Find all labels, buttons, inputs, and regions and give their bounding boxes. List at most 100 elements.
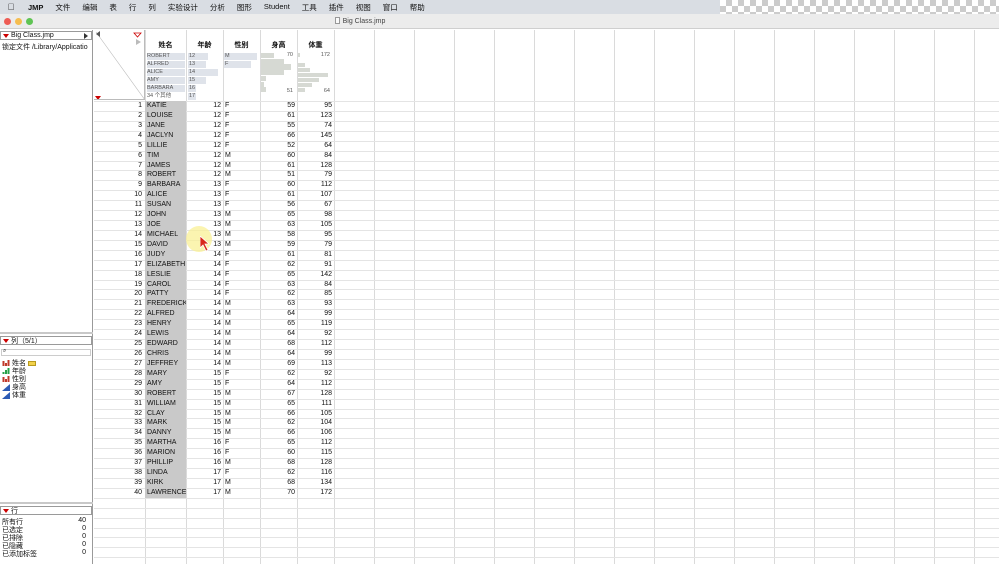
cell-weight[interactable]: 112 <box>297 339 334 349</box>
cell-sex[interactable]: M <box>223 488 260 498</box>
table-row[interactable]: 26 CHRIS 14 M 64 99 <box>94 349 334 359</box>
cell-name[interactable]: EDWARD <box>145 339 186 350</box>
table-row[interactable]: 3 JANE 12 F 55 74 <box>94 120 334 131</box>
column-header-3[interactable]: 身高 <box>260 40 297 50</box>
cell-name[interactable]: JOHN <box>145 210 186 221</box>
row-number[interactable]: 14 <box>94 230 142 240</box>
row-number[interactable]: 16 <box>94 250 142 260</box>
cell-height[interactable]: 65 <box>260 319 297 329</box>
cell-age[interactable]: 14 <box>186 339 223 349</box>
cell-sex[interactable]: F <box>223 141 260 151</box>
red-triangle-menu-icon[interactable] <box>3 508 9 513</box>
red-triangle-menu-icon[interactable] <box>3 33 9 38</box>
cell-weight[interactable]: 119 <box>297 319 334 329</box>
menu-item-5[interactable]: 实验设计 <box>162 2 204 13</box>
apple-icon[interactable]:  <box>0 2 22 12</box>
cell-height[interactable]: 65 <box>260 438 297 448</box>
cell-weight[interactable]: 64 <box>297 141 334 151</box>
row-number[interactable]: 28 <box>94 369 142 379</box>
table-row[interactable]: 8 ROBERT 12 M 51 79 <box>94 170 334 181</box>
cell-sex[interactable]: M <box>223 359 260 369</box>
cell-name[interactable]: ROBERT <box>145 388 186 399</box>
cell-sex[interactable]: M <box>223 428 260 438</box>
cell-name[interactable]: JANE <box>145 120 186 131</box>
cell-name[interactable]: MARK <box>145 418 186 429</box>
cell-sex[interactable]: M <box>223 329 260 339</box>
menu-item-13[interactable]: 帮助 <box>404 2 431 13</box>
cell-name[interactable]: DAVID <box>145 239 186 250</box>
table-row[interactable]: 2 LOUISE 12 F 61 123 <box>94 110 334 121</box>
table-row[interactable]: 28 MARY 15 F 62 92 <box>94 368 334 379</box>
cell-age[interactable]: 13 <box>186 190 223 200</box>
row-number[interactable]: 4 <box>94 131 142 141</box>
cell-weight[interactable]: 113 <box>297 359 334 369</box>
cell-name[interactable]: CAROL <box>145 279 186 290</box>
cell-height[interactable]: 61 <box>260 161 297 171</box>
cell-height[interactable]: 66 <box>260 409 297 419</box>
cell-height[interactable]: 61 <box>260 190 297 200</box>
cell-sex[interactable]: F <box>223 250 260 260</box>
cell-weight[interactable]: 92 <box>297 329 334 339</box>
menu-item-4[interactable]: 列 <box>142 2 162 13</box>
cell-age[interactable]: 12 <box>186 151 223 161</box>
cell-age[interactable]: 15 <box>186 399 223 409</box>
cell-weight[interactable]: 67 <box>297 200 334 210</box>
cell-weight[interactable]: 116 <box>297 468 334 478</box>
table-row[interactable]: 16 JUDY 14 F 61 81 <box>94 249 334 260</box>
cell-name[interactable]: JOE <box>145 220 186 231</box>
row-number[interactable]: 15 <box>94 240 142 250</box>
row-number[interactable]: 8 <box>94 170 142 180</box>
cell-weight[interactable]: 112 <box>297 379 334 389</box>
table-row[interactable]: 40 LAWRENCE 17 M 70 172 <box>94 487 334 498</box>
cell-sex[interactable]: F <box>223 180 260 190</box>
cell-age[interactable]: 13 <box>186 200 223 210</box>
cell-height[interactable]: 64 <box>260 349 297 359</box>
cell-height[interactable]: 62 <box>260 369 297 379</box>
cell-name[interactable]: BARBARA <box>145 180 186 191</box>
table-row[interactable]: 10 ALICE 13 F 61 107 <box>94 190 334 201</box>
cell-sex[interactable]: M <box>223 240 260 250</box>
menu-item-10[interactable]: 插件 <box>323 2 350 13</box>
row-number[interactable]: 36 <box>94 448 142 458</box>
cell-height[interactable]: 52 <box>260 141 297 151</box>
cell-sex[interactable]: M <box>223 309 260 319</box>
cell-sex[interactable]: F <box>223 190 260 200</box>
row-number[interactable]: 32 <box>94 409 142 419</box>
row-number[interactable]: 10 <box>94 190 142 200</box>
cell-weight[interactable]: 112 <box>297 180 334 190</box>
table-row[interactable]: 13 JOE 13 M 63 105 <box>94 220 334 231</box>
cell-sex[interactable]: F <box>223 438 260 448</box>
cell-age[interactable]: 12 <box>186 170 223 180</box>
cell-name[interactable]: LAWRENCE <box>145 487 186 498</box>
cell-weight[interactable]: 79 <box>297 170 334 180</box>
cell-age[interactable]: 15 <box>186 389 223 399</box>
cell-weight[interactable]: 105 <box>297 220 334 230</box>
cell-weight[interactable]: 93 <box>297 299 334 309</box>
cell-sex[interactable]: M <box>223 220 260 230</box>
cell-height[interactable]: 67 <box>260 389 297 399</box>
cell-weight[interactable]: 99 <box>297 349 334 359</box>
row-number[interactable]: 7 <box>94 161 142 171</box>
cell-name[interactable]: LINDA <box>145 468 186 479</box>
cell-weight[interactable]: 92 <box>297 369 334 379</box>
row-number[interactable]: 17 <box>94 260 142 270</box>
cell-height[interactable]: 63 <box>260 220 297 230</box>
cell-age[interactable]: 14 <box>186 289 223 299</box>
cell-name[interactable]: PATTY <box>145 289 186 300</box>
cell-age[interactable]: 15 <box>186 379 223 389</box>
cell-name[interactable]: ALICE <box>145 190 186 201</box>
cell-age[interactable]: 17 <box>186 478 223 488</box>
cell-name[interactable]: LEWIS <box>145 329 186 340</box>
cell-age[interactable]: 15 <box>186 428 223 438</box>
cell-age[interactable]: 12 <box>186 161 223 171</box>
cell-height[interactable]: 61 <box>260 250 297 260</box>
cell-weight[interactable]: 84 <box>297 151 334 161</box>
cell-name[interactable]: PHILLIP <box>145 458 186 469</box>
cell-weight[interactable]: 85 <box>297 289 334 299</box>
cell-age[interactable]: 14 <box>186 309 223 319</box>
cell-age[interactable]: 17 <box>186 468 223 478</box>
cell-weight[interactable]: 79 <box>297 240 334 250</box>
cell-height[interactable]: 68 <box>260 478 297 488</box>
cell-age[interactable]: 14 <box>186 280 223 290</box>
cell-height[interactable]: 62 <box>260 260 297 270</box>
